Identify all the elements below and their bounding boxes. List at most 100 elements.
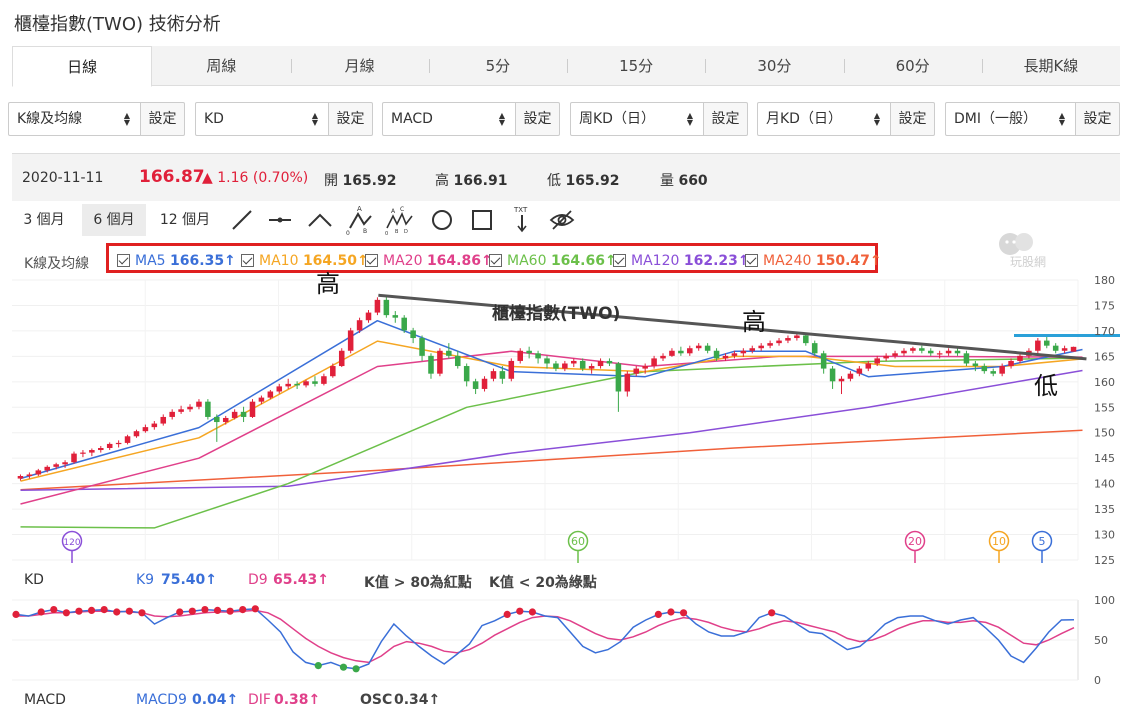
svg-text:B: B <box>363 228 367 235</box>
tab-daily[interactable]: 日線 <box>12 46 153 87</box>
abcde-pattern-icon[interactable]: A C 0 B D <box>384 204 416 236</box>
ma240-toggle[interactable]: MA240 150.47↑ <box>745 253 882 269</box>
kd-indicator-select[interactable]: KD ▲ ▼ <box>195 102 329 136</box>
overbought-dot <box>37 608 45 616</box>
weekly-kd-select[interactable]: 周KD（日） ▲ ▼ <box>570 102 704 136</box>
text-tool-icon[interactable]: TXT <box>506 204 538 236</box>
tab-monthly[interactable]: 月線 <box>290 46 429 85</box>
peak-line-icon[interactable] <box>304 204 336 236</box>
candle-body <box>80 452 86 454</box>
ma120-line-group <box>20 369 1083 492</box>
dmi-settings-button[interactable]: 設定 <box>1076 102 1120 136</box>
tab-15min[interactable]: 15分 <box>567 46 705 85</box>
osc-value: 0.34↑ <box>394 692 441 705</box>
circle-tool-icon[interactable] <box>426 204 458 236</box>
candle-body <box>437 350 443 374</box>
ma-legend-box: MA5 166.35↑ MA10 164.50↑ MA20 164.86↑ MA… <box>106 243 882 273</box>
macd-indicator-select[interactable]: MACD ▲ ▼ <box>382 102 516 136</box>
overbought-dot <box>251 605 259 613</box>
quote-high: 高 166.91 <box>435 170 507 190</box>
tab-weekly[interactable]: 周線 <box>152 46 290 85</box>
open-value: 165.92 <box>342 173 397 189</box>
oversold-dot <box>339 663 348 671</box>
k9-value: 75.40↑ <box>161 572 218 588</box>
macd-settings-button[interactable]: 設定 <box>516 102 560 136</box>
checkbox-checked-icon[interactable] <box>745 254 758 267</box>
y-tick-label: 180 <box>1094 274 1115 287</box>
ma60-toggle[interactable]: MA60 164.66↑ <box>489 253 617 269</box>
candle-body <box>633 368 640 374</box>
select-arrows-icon: ▲ ▼ <box>311 111 318 127</box>
candle-body <box>606 360 613 364</box>
ma20-toggle[interactable]: MA20 164.86↑ <box>365 253 493 269</box>
checkbox-checked-icon[interactable] <box>117 254 130 267</box>
candle-body <box>231 411 238 418</box>
quote-price: 166.87 <box>139 167 205 187</box>
candle-body <box>178 409 184 412</box>
overbought-dot <box>503 610 511 618</box>
checkbox-checked-icon[interactable] <box>241 254 254 267</box>
candle-body <box>267 391 274 398</box>
dmi-select[interactable]: DMI（一般） ▲ ▼ <box>945 102 1076 136</box>
main-indicator-select[interactable]: K線及均線 ▲ ▼ <box>8 102 141 136</box>
tab-30min[interactable]: 30分 <box>705 46 843 85</box>
candle-body <box>767 343 773 346</box>
kd-chart[interactable]: 0 50 100 <box>0 594 1123 688</box>
ma120-toggle[interactable]: MA120 162.23↑ <box>613 253 750 269</box>
candle-body <box>1070 346 1077 352</box>
hide-drawings-icon[interactable] <box>546 204 578 236</box>
indicator-selects: K線及均線 ▲ ▼ 設定 KD ▲ ▼ 設定 MACD ▲ ▼ 設定 周KD（日） ▲… <box>8 102 1120 136</box>
ma5-toggle[interactable]: MA5 166.35↑ <box>117 253 236 269</box>
volume-label: 量 <box>660 173 674 189</box>
candle-body <box>115 442 122 445</box>
ma-marker-label: 5 <box>1039 535 1046 548</box>
tab-long-term[interactable]: 長期K線 <box>981 46 1120 85</box>
ma10-toggle[interactable]: MA10 164.50↑ <box>241 253 369 269</box>
candle-body <box>214 416 220 423</box>
overbought-dot <box>125 607 133 615</box>
line-tool-icon[interactable] <box>226 204 258 236</box>
main-indicator-settings-button[interactable]: 設定 <box>141 102 185 136</box>
y-tick-label: 135 <box>1094 503 1115 516</box>
tab-60min[interactable]: 60分 <box>843 46 982 85</box>
kd-settings-button[interactable]: 設定 <box>329 102 373 136</box>
ma5-value: 166.35↑ <box>170 253 236 269</box>
range-6m-button[interactable]: 6 個月 <box>82 204 146 236</box>
ma120-line <box>20 369 1083 492</box>
candle-body <box>17 476 24 479</box>
macd9-value: 0.04↑ <box>192 692 239 705</box>
quote-change-value: 1.16 (0.70%) <box>217 170 309 186</box>
rectangle-tool-icon[interactable] <box>466 204 498 236</box>
candle-body <box>785 338 791 341</box>
candle-body <box>276 386 283 392</box>
svg-text:A: A <box>391 208 396 215</box>
checkbox-checked-icon[interactable] <box>365 254 378 267</box>
horizontal-line-icon[interactable] <box>264 204 296 236</box>
range-3m-button[interactable]: 3 個月 <box>12 204 76 236</box>
overbought-dot <box>75 607 83 615</box>
ma-markers: 120 60 20 10 5 <box>61 530 1053 563</box>
range-12m-button[interactable]: 12 個月 <box>152 204 218 236</box>
candle-body <box>1008 360 1014 367</box>
checkbox-checked-icon[interactable] <box>489 254 502 267</box>
kd-note-red: K值 > 80為紅點 <box>364 575 472 591</box>
candle-body <box>999 366 1005 374</box>
tab-5min[interactable]: 5分 <box>428 46 567 85</box>
candle-body <box>981 366 988 372</box>
svg-text:A: A <box>357 205 362 213</box>
checkbox-checked-icon[interactable] <box>613 254 626 267</box>
abc-pattern-icon[interactable]: A 0 B <box>344 204 376 236</box>
monthly-kd-value: 月KD（日） <box>766 111 842 127</box>
select-group-weekly-kd: 周KD（日） ▲ ▼ 設定 <box>570 102 748 136</box>
candle-body <box>892 353 898 356</box>
monthly-kd-select[interactable]: 月KD（日） ▲ ▼ <box>757 102 891 136</box>
monthly-kd-settings-button[interactable]: 設定 <box>891 102 935 136</box>
candle-body <box>205 401 211 417</box>
candle-body <box>963 353 970 364</box>
weekly-kd-settings-button[interactable]: 設定 <box>704 102 748 136</box>
kd-grid <box>12 599 1079 681</box>
candle-body <box>713 350 720 359</box>
candlestick-chart[interactable]: 高高低櫃檯指數(TWO) 125130135140145150155160165… <box>0 270 1123 565</box>
ma-marker: 10 <box>988 530 1010 563</box>
candle-body <box>954 350 961 354</box>
